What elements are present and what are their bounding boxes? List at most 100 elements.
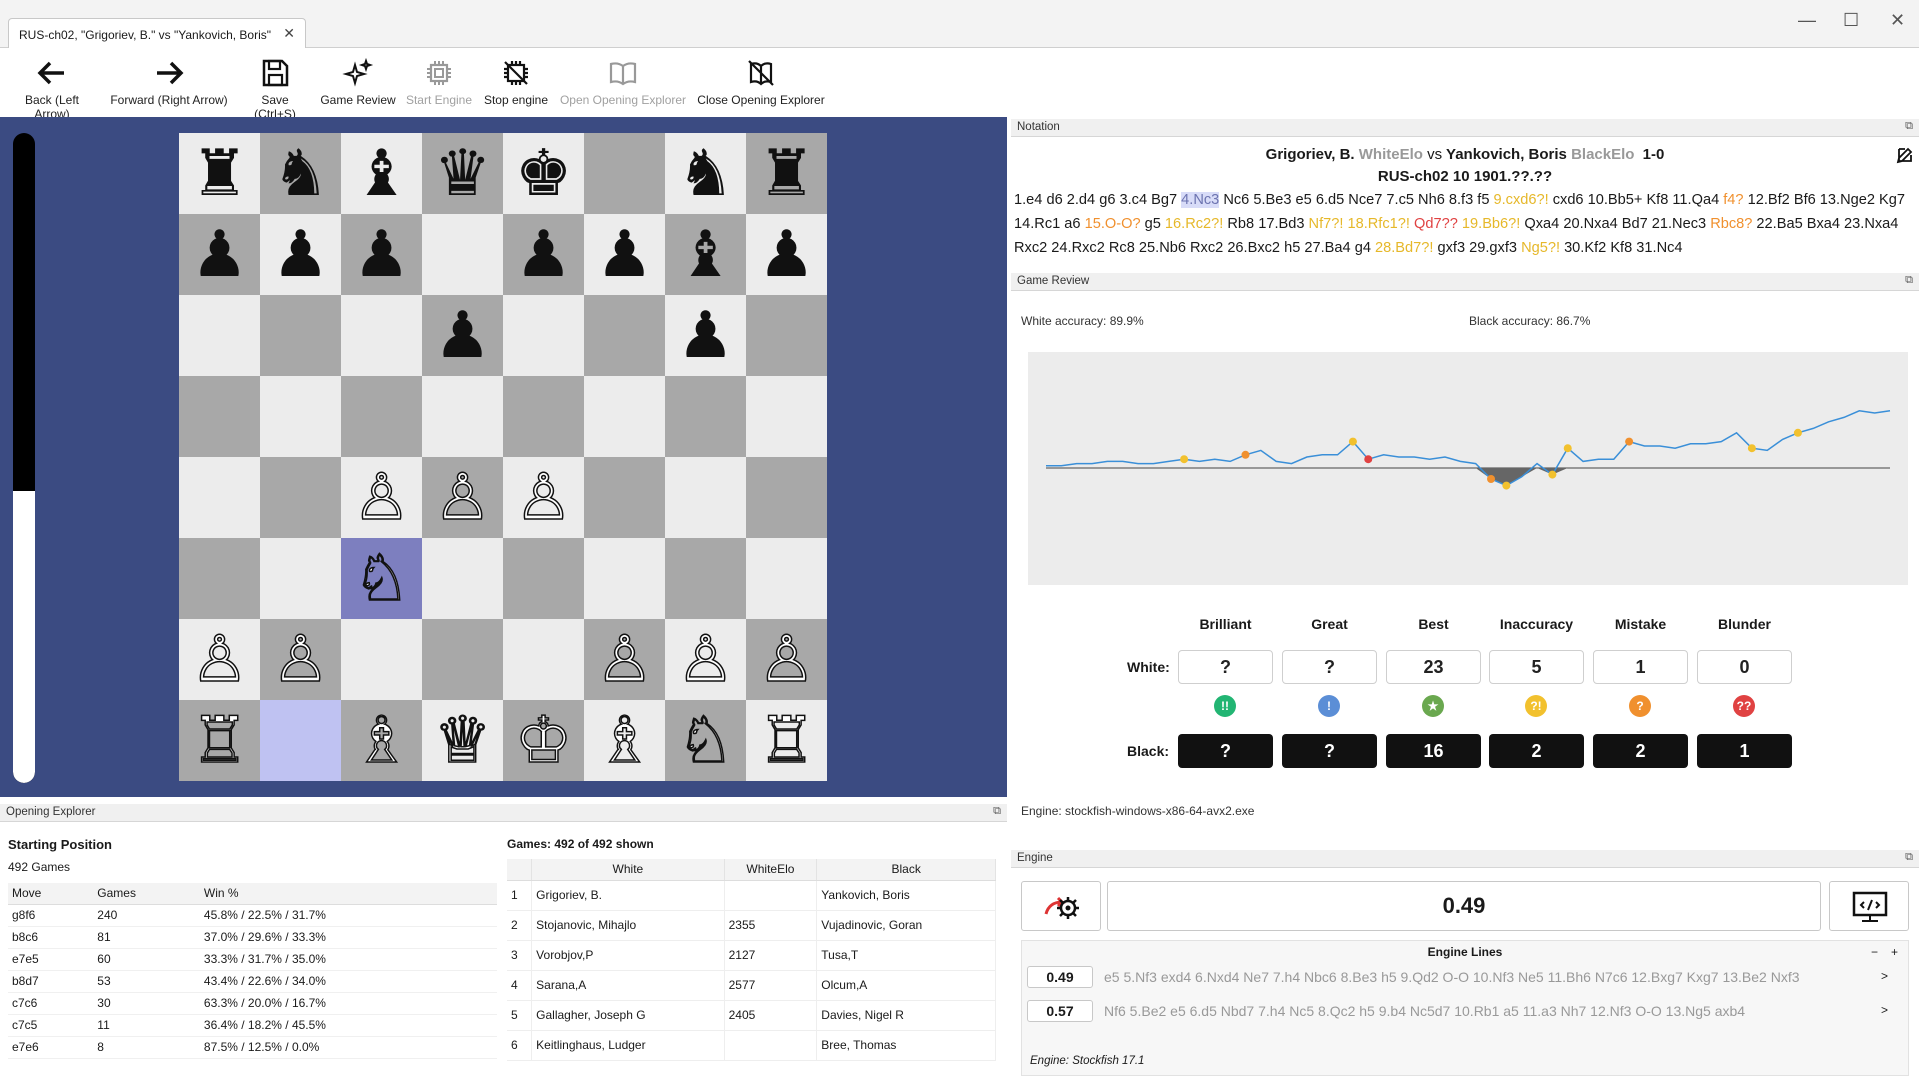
engine-console-button[interactable] (1829, 881, 1909, 931)
table-row[interactable]: 1 Grigoriev, B. Yankovich, Boris (507, 880, 996, 911)
square-d5[interactable] (422, 376, 503, 457)
square-h5[interactable] (746, 376, 827, 457)
piece-h7[interactable]: ♟ (758, 223, 815, 287)
square-f4[interactable] (584, 457, 665, 538)
piece-b2[interactable]: ♙ (271, 627, 330, 693)
table-row[interactable]: b8d7 53 43.4% / 22.6% / 34.0% (8, 970, 497, 993)
square-c5[interactable] (341, 376, 422, 457)
piece-d1[interactable]: ♕ (433, 708, 492, 774)
square-c2[interactable] (341, 619, 422, 700)
edit-icon[interactable] (1895, 145, 1915, 165)
square-d1[interactable]: ♕ (422, 700, 503, 781)
piece-b7[interactable]: ♟ (272, 223, 329, 287)
move-token[interactable]: g5 (1141, 216, 1165, 232)
square-g6[interactable]: ♟ (665, 295, 746, 376)
piece-h2[interactable]: ♙ (757, 627, 816, 693)
column-header[interactable]: WhiteElo (724, 859, 818, 881)
square-h1[interactable]: ♖ (746, 700, 827, 781)
table-row[interactable]: b8c6 81 37.0% / 29.6% / 33.3% (8, 926, 497, 949)
move-token[interactable]: 4.Nc3 (1181, 192, 1220, 208)
engine-line-pv[interactable]: Nf6 5.Be2 e5 6.d5 Nbd7 7.h4 Nc5 8.Qc2 h5… (1104, 1003, 1745, 1019)
table-row[interactable]: 3 Vorobjov,P 2127 Tusa,T (507, 940, 996, 971)
square-g8[interactable]: ♞ (665, 133, 746, 214)
back-button[interactable]: Back (Left Arrow) (6, 57, 98, 121)
square-g7[interactable]: ♝ (665, 214, 746, 295)
save-button[interactable]: Save (Ctrl+S) (240, 57, 310, 121)
undock-icon[interactable]: ⧉ (1905, 274, 1913, 287)
square-e5[interactable] (503, 376, 584, 457)
square-b6[interactable] (260, 295, 341, 376)
expand-line-icon[interactable]: > (1881, 969, 1888, 983)
chessboard[interactable]: ♜ ♞ ♝ ♛ ♚ ♞ ♜ ♟ ♟ ♟ ♟ ♟ ♝ ♟ ♟ ♟ ♙ ♙ ♙ ♘ ♙ ♙ ♙ ♙ ♙ ♖ ♗ ♕ ♔ ♗ ♘ ♖ (179, 133, 827, 781)
square-e8[interactable]: ♚ (503, 133, 584, 214)
square-b4[interactable] (260, 457, 341, 538)
square-e7[interactable]: ♟ (503, 214, 584, 295)
engine-line-pv[interactable]: e5 5.Nf3 exd4 6.Nxd4 Ne7 7.h4 Nbc6 8.Be3… (1104, 969, 1800, 985)
piece-b8[interactable]: ♞ (272, 142, 329, 206)
table-row[interactable]: 5 Gallagher, Joseph G 2405 Davies, Nigel R (507, 1000, 996, 1031)
column-header[interactable]: White (531, 859, 725, 881)
square-b8[interactable]: ♞ (260, 133, 341, 214)
tab-close-icon[interactable]: ✕ (283, 25, 295, 42)
square-e4[interactable]: ♙ (503, 457, 584, 538)
piece-c3[interactable]: ♘ (352, 546, 411, 612)
piece-e8[interactable]: ♚ (515, 142, 572, 206)
piece-c4[interactable]: ♙ (352, 465, 411, 531)
square-a7[interactable]: ♟ (179, 214, 260, 295)
square-a1[interactable]: ♖ (179, 700, 260, 781)
square-b3[interactable] (260, 538, 341, 619)
square-a2[interactable]: ♙ (179, 619, 260, 700)
move-token[interactable]: 30.Kf2 Kf8 31.Nc4 (1560, 240, 1682, 256)
square-b2[interactable]: ♙ (260, 619, 341, 700)
move-token[interactable]: Ng5?! (1521, 240, 1560, 256)
square-c4[interactable]: ♙ (341, 457, 422, 538)
move-token[interactable]: Rb8 17.Bd3 (1223, 216, 1308, 232)
square-c1[interactable]: ♗ (341, 700, 422, 781)
move-token[interactable]: Nc6 5.Be3 e5 6.d5 Nce7 7.c5 Nh6 8.f3 f5 (1219, 192, 1493, 208)
square-c7[interactable]: ♟ (341, 214, 422, 295)
square-h2[interactable]: ♙ (746, 619, 827, 700)
square-f1[interactable]: ♗ (584, 700, 665, 781)
table-row[interactable]: c7c5 11 36.4% / 18.2% / 45.5% (8, 1014, 497, 1037)
start-engine-button[interactable]: Start Engine (404, 57, 474, 107)
square-h8[interactable]: ♜ (746, 133, 827, 214)
square-g4[interactable] (665, 457, 746, 538)
column-header[interactable]: Move (8, 883, 94, 905)
move-token[interactable]: 16.Rc2?! (1165, 216, 1223, 232)
piece-g6[interactable]: ♟ (677, 304, 734, 368)
piece-g8[interactable]: ♞ (677, 142, 734, 206)
square-a4[interactable] (179, 457, 260, 538)
piece-e1[interactable]: ♔ (514, 708, 573, 774)
close-explorer-button[interactable]: Close Opening Explorer (696, 57, 826, 107)
square-e1[interactable]: ♔ (503, 700, 584, 781)
piece-a2[interactable]: ♙ (190, 627, 249, 693)
square-d2[interactable] (422, 619, 503, 700)
move-token[interactable]: 9.cxd6?! (1494, 192, 1549, 208)
move-token[interactable]: Nf7?! (1309, 216, 1344, 232)
square-b1[interactable] (260, 700, 341, 781)
forward-button[interactable]: Forward (Right Arrow) (110, 57, 228, 107)
square-f6[interactable] (584, 295, 665, 376)
window-close-icon[interactable]: ✕ (1890, 10, 1905, 31)
game-review-button[interactable]: Game Review (320, 57, 396, 107)
piece-g1[interactable]: ♘ (676, 708, 735, 774)
square-e2[interactable] (503, 619, 584, 700)
piece-c1[interactable]: ♗ (352, 708, 411, 774)
square-a5[interactable] (179, 376, 260, 457)
evaluation-graph[interactable] (1028, 352, 1908, 585)
table-row[interactable]: g8f6 240 45.8% / 22.5% / 31.7% (8, 904, 497, 927)
square-e3[interactable] (503, 538, 584, 619)
piece-a1[interactable]: ♖ (190, 708, 249, 774)
move-token[interactable]: Qxa4 20.Nxa4 Bd7 21.Nec3 (1520, 216, 1710, 232)
piece-h8[interactable]: ♜ (758, 142, 815, 206)
move-token[interactable]: f4? (1723, 192, 1743, 208)
square-a6[interactable] (179, 295, 260, 376)
undock-icon[interactable]: ⧉ (993, 805, 1001, 818)
square-a8[interactable]: ♜ (179, 133, 260, 214)
square-f3[interactable] (584, 538, 665, 619)
column-header[interactable]: Games (93, 883, 200, 905)
square-d8[interactable]: ♛ (422, 133, 503, 214)
increase-lines-button[interactable]: + (1891, 945, 1898, 959)
piece-a7[interactable]: ♟ (191, 223, 248, 287)
stop-engine-button[interactable]: Stop engine (482, 57, 550, 107)
